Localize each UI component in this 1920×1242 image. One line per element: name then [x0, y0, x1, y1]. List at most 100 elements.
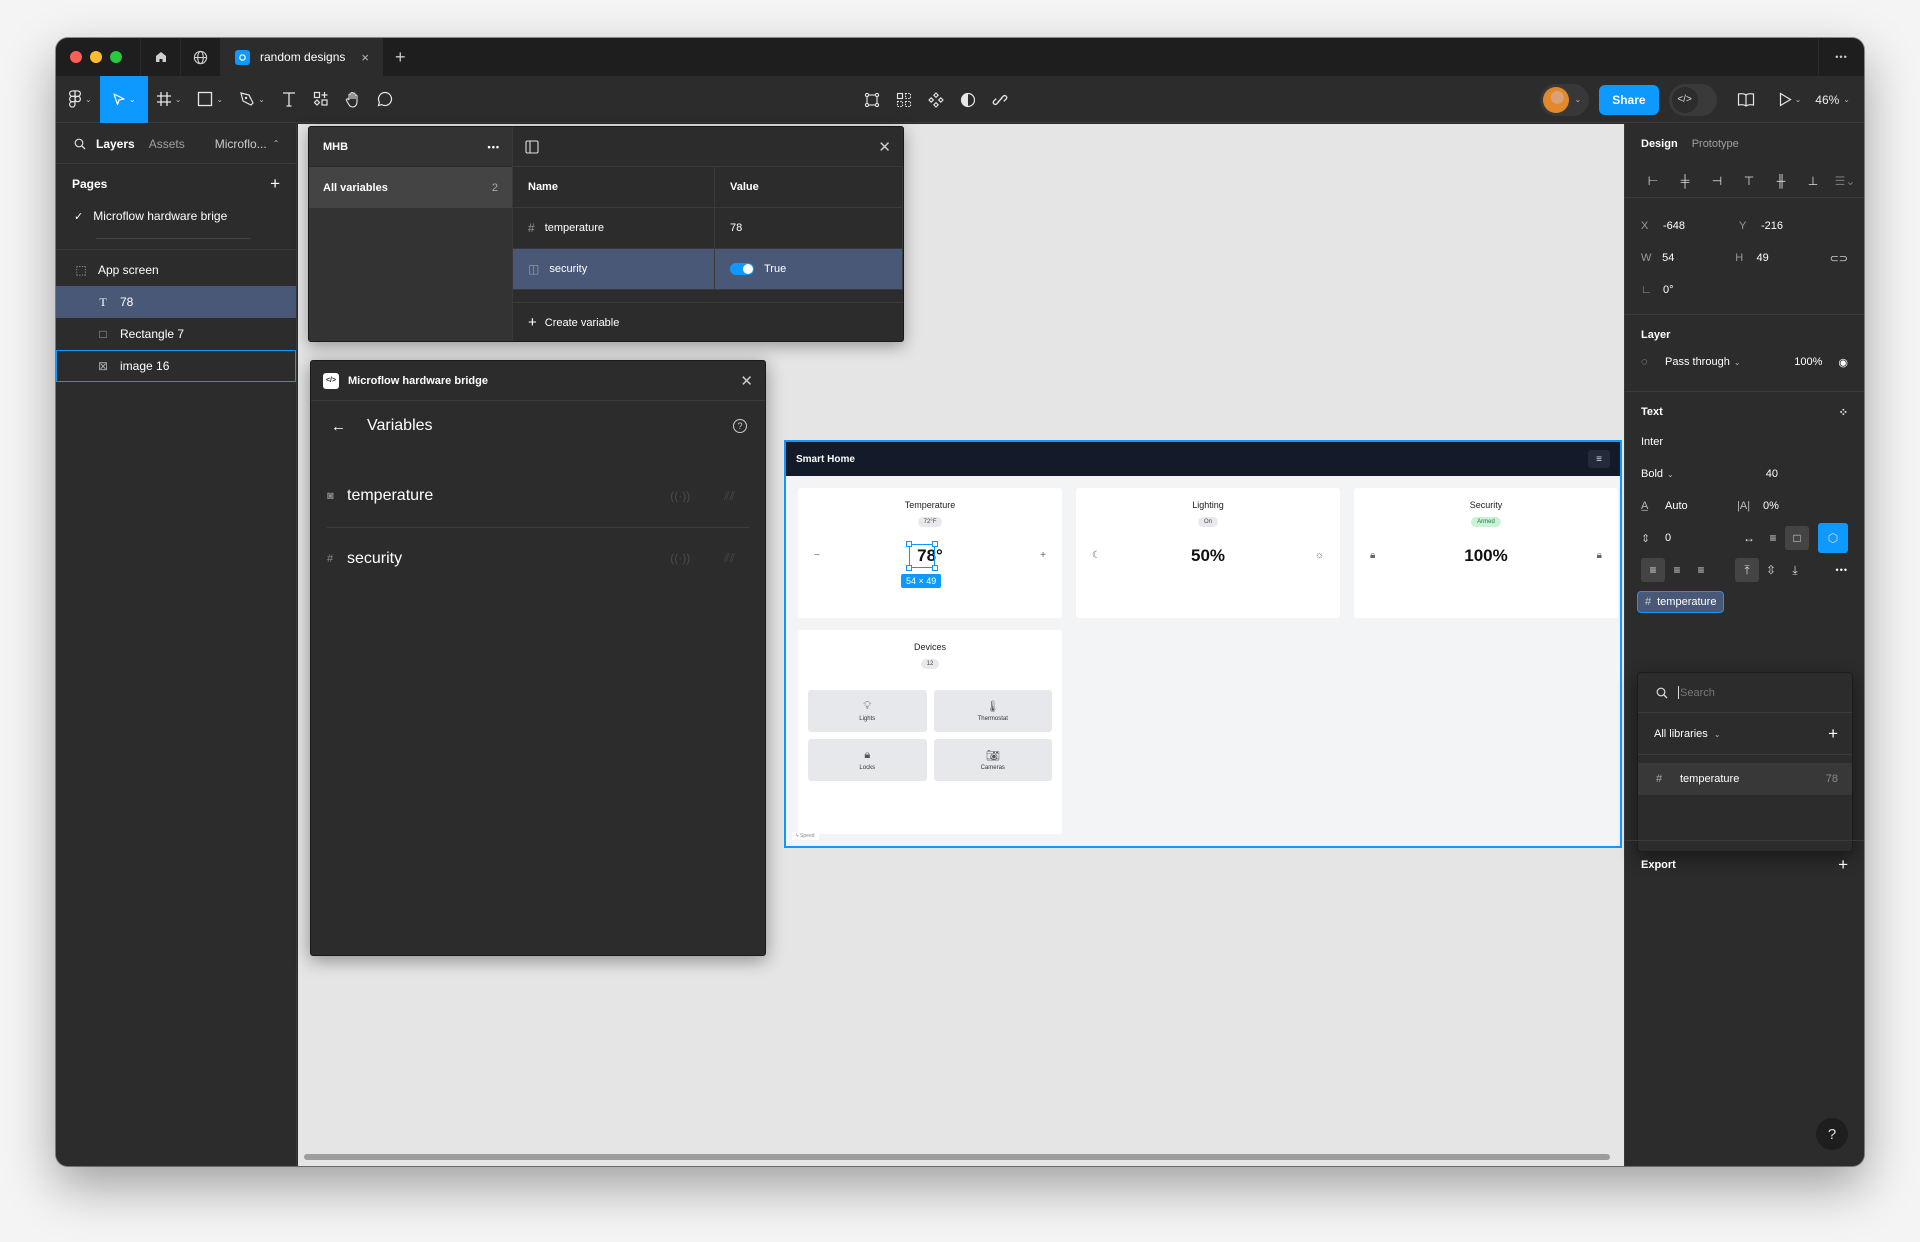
device-lights[interactable]: 💡︎ Lights — [808, 690, 927, 732]
paragraph-spacing-input[interactable]: 0 — [1665, 532, 1737, 544]
resources-tool[interactable] — [305, 76, 337, 123]
device-cameras[interactable]: 📷︎ Cameras — [933, 739, 1052, 781]
variable-option[interactable]: # temperature 78 — [1638, 763, 1852, 795]
community-button[interactable] — [180, 38, 220, 76]
help-button[interactable]: ? — [1816, 1118, 1848, 1150]
blend-mode-select[interactable]: Pass through — [1665, 356, 1730, 368]
zoom-menu[interactable]: 46% ⌄ — [1815, 93, 1850, 107]
align-middle-text-icon[interactable]: ⇳ — [1759, 558, 1783, 582]
font-size-input[interactable]: 40 — [1766, 468, 1778, 480]
collection-more-icon[interactable]: ••• — [488, 142, 500, 152]
more-text-options-icon[interactable]: ••• — [1836, 565, 1848, 575]
user-menu[interactable]: ⌄ — [1539, 83, 1590, 116]
fixed-size-icon[interactable]: □ — [1785, 526, 1809, 550]
variable-value-cell[interactable]: True — [715, 249, 903, 289]
align-top-text-icon[interactable]: ⤒ — [1735, 558, 1759, 582]
align-horizontal-center-icon[interactable]: ╪ — [1669, 174, 1701, 188]
text-align-left-icon[interactable]: ≡ — [1641, 558, 1665, 582]
pins-icon[interactable]: ⫽⫽ — [724, 489, 735, 504]
close-icon[interactable]: ✕ — [740, 372, 753, 390]
y-input[interactable]: -216 — [1761, 220, 1837, 232]
shape-tool[interactable]: ⌄ — [189, 76, 231, 123]
component-icon[interactable] — [928, 91, 944, 108]
table-row[interactable]: ◫ security True — [513, 249, 903, 290]
distribute-icon[interactable]: ☰⌄ — [1829, 174, 1861, 188]
contrast-icon[interactable] — [960, 92, 976, 108]
font-weight-select[interactable]: Bold — [1641, 468, 1663, 480]
plugin-variable-item[interactable]: # security ((·)) ⫽⫽ — [327, 527, 749, 589]
back-arrow-icon[interactable]: ← — [331, 418, 367, 435]
bound-variable-chip[interactable]: # temperature — [1637, 591, 1725, 613]
broadcast-icon[interactable]: ((·)) — [670, 551, 690, 566]
layer-item-app-screen[interactable]: ⬚ App screen — [56, 254, 296, 286]
all-variables-group[interactable]: All variables 2 — [309, 167, 512, 208]
hamburger-menu-icon[interactable]: ≡ — [1588, 450, 1610, 468]
increase-icon[interactable]: + — [1040, 550, 1046, 561]
tab-assets[interactable]: Assets — [149, 137, 185, 151]
maximize-window-button[interactable] — [110, 51, 122, 63]
device-locks[interactable]: 🔒︎ Locks — [808, 739, 927, 781]
layer-item-image-16[interactable]: ⊠ image 16 — [56, 350, 296, 382]
move-tool[interactable]: ⌄ — [99, 75, 148, 123]
auto-width-icon[interactable]: ↔ — [1737, 526, 1761, 550]
library-button[interactable] — [1727, 92, 1765, 107]
create-variable-button[interactable]: + Create variable — [513, 302, 903, 342]
library-filter-select[interactable]: All libraries ⌄ — [1654, 728, 1721, 740]
height-input[interactable]: 49 — [1756, 252, 1829, 264]
tab-design[interactable]: Design — [1641, 138, 1678, 150]
x-input[interactable]: -648 — [1663, 220, 1739, 232]
dev-mode-toggle[interactable]: </> — [1668, 83, 1717, 116]
sidebar-toggle-icon[interactable] — [525, 139, 539, 154]
text-tool[interactable] — [273, 76, 305, 123]
variable-name-cell[interactable]: ◫ security — [513, 249, 715, 289]
page-item[interactable]: ✓ Microflow hardware brige — [56, 204, 296, 228]
hand-tool[interactable] — [337, 76, 369, 123]
main-menu-button[interactable]: ⌄ — [56, 76, 100, 123]
chevron-up-icon[interactable]: ⌃ — [273, 139, 280, 148]
add-variable-button[interactable]: + — [1828, 724, 1838, 744]
link-icon[interactable] — [992, 92, 1008, 108]
align-bottom-text-icon[interactable]: ⤓ — [1783, 558, 1807, 582]
home-button[interactable] — [140, 38, 180, 76]
close-tab-icon[interactable]: × — [361, 50, 369, 65]
share-button[interactable]: Share — [1599, 84, 1659, 115]
minimize-window-button[interactable] — [90, 51, 102, 63]
apply-variable-icon[interactable]: ⬡ — [1818, 523, 1848, 553]
letter-spacing-input[interactable]: 0% — [1763, 500, 1779, 512]
text-align-right-icon[interactable]: ≡ — [1689, 558, 1713, 582]
add-export-button[interactable]: + — [1838, 855, 1848, 875]
auto-layout-icon[interactable] — [896, 92, 912, 108]
frame-tool[interactable]: ⌄ — [148, 76, 190, 123]
tab-plugin-pages[interactable]: Microflo... — [215, 137, 267, 151]
comment-tool[interactable] — [369, 76, 401, 123]
device-thermostat[interactable]: 🌡︎ Thermostat — [933, 690, 1052, 732]
plugin-variable-item[interactable]: ◙ temperature ((·)) ⫽⫽ — [327, 465, 749, 527]
layer-item-78[interactable]: T 78 — [56, 286, 296, 318]
boolean-toggle[interactable] — [730, 263, 754, 275]
tab-layers[interactable]: Layers — [96, 137, 135, 151]
font-family-select[interactable]: Inter — [1641, 436, 1663, 448]
variable-search[interactable]: Search — [1638, 673, 1852, 713]
align-vertical-center-icon[interactable]: ╫ — [1765, 174, 1797, 188]
visibility-eye-icon[interactable]: ◉ — [1838, 356, 1848, 369]
close-icon[interactable]: ✕ — [878, 138, 891, 156]
horizontal-scrollbar[interactable] — [304, 1154, 1610, 1160]
new-tab-button[interactable]: + — [383, 47, 418, 68]
variable-value-cell[interactable]: 78 — [715, 208, 903, 248]
auto-height-icon[interactable]: ≡ — [1761, 526, 1785, 550]
layer-item-rectangle-7[interactable]: □ Rectangle 7 — [56, 318, 296, 350]
text-align-center-icon[interactable]: ≡ — [1665, 558, 1689, 582]
sun-icon[interactable]: ☼ — [1315, 550, 1324, 561]
close-window-button[interactable] — [70, 51, 82, 63]
search-icon[interactable] — [74, 138, 86, 150]
edit-object-icon[interactable] — [864, 92, 880, 108]
present-button[interactable]: ⌄ — [1775, 76, 1806, 123]
rotation-input[interactable]: 0° — [1663, 284, 1739, 296]
file-tab[interactable]: random designs × — [220, 38, 383, 76]
variable-name-cell[interactable]: # temperature — [513, 208, 715, 248]
width-input[interactable]: 54 — [1662, 252, 1735, 264]
pins-icon[interactable]: ⫽⫽ — [724, 551, 735, 566]
align-left-icon[interactable]: ⊢ — [1637, 174, 1669, 188]
broadcast-icon[interactable]: ((·)) — [670, 489, 690, 504]
tab-prototype[interactable]: Prototype — [1692, 138, 1739, 150]
